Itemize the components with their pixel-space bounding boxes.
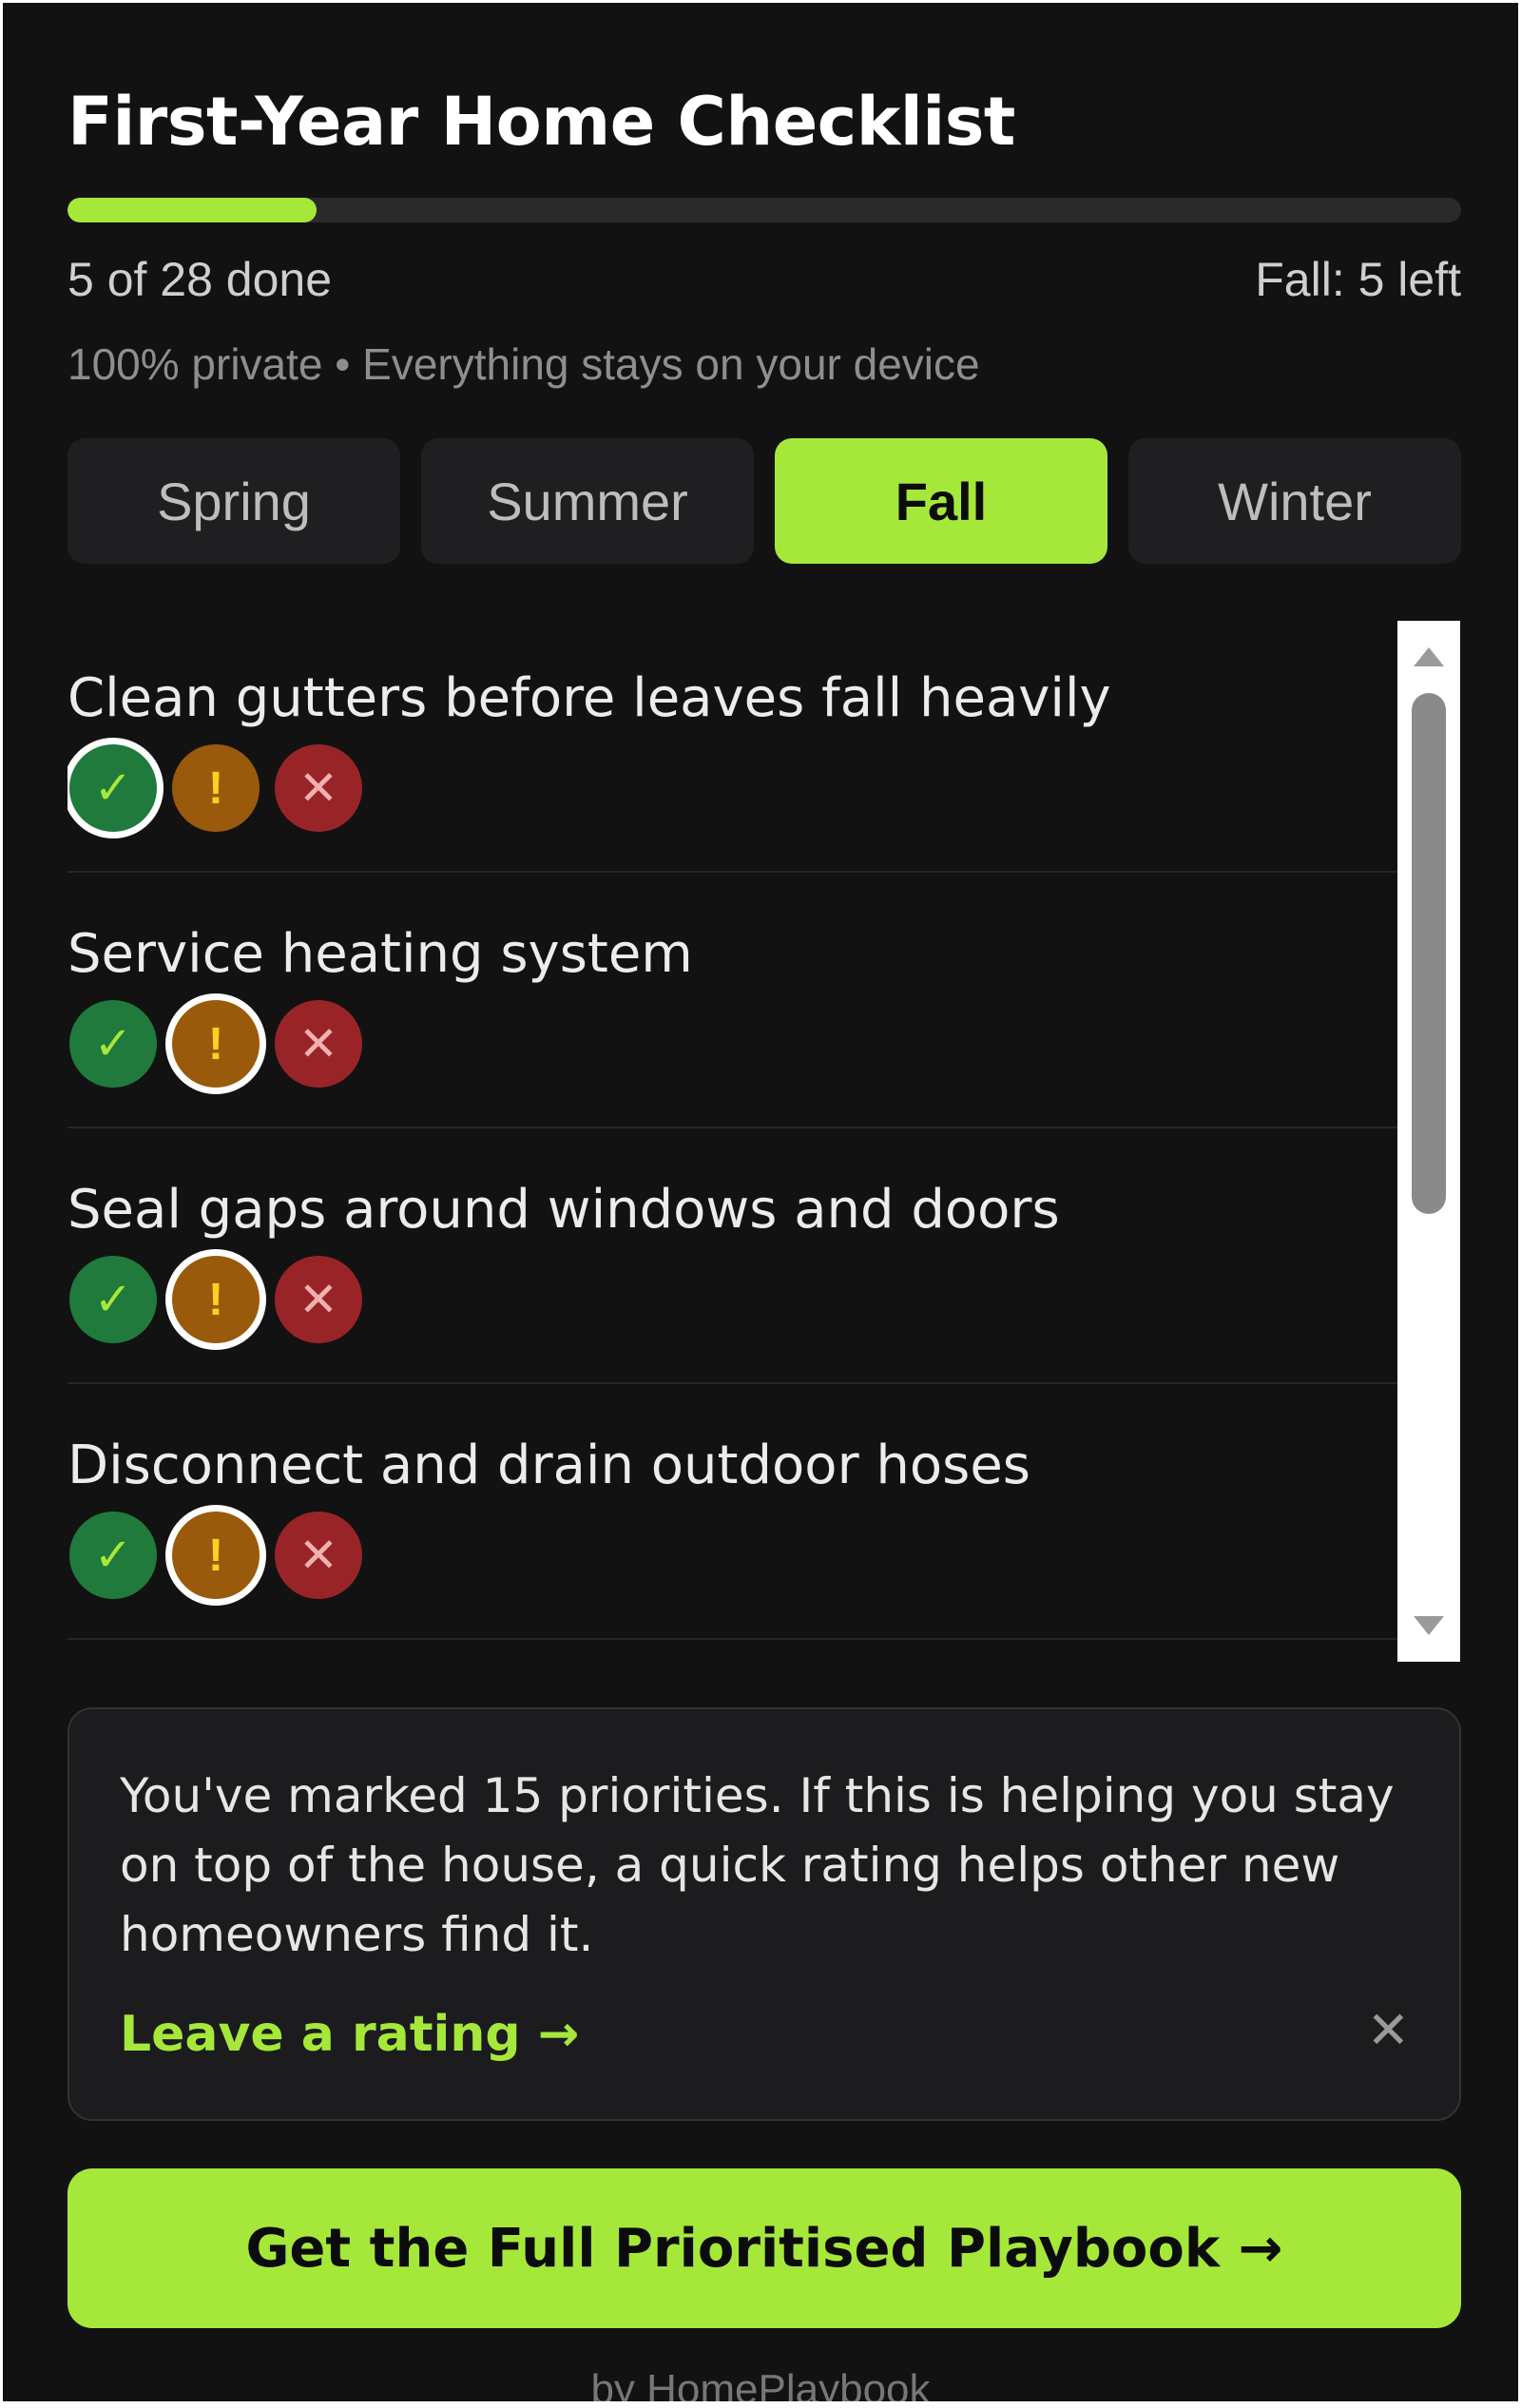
tab-spring[interactable]: Spring	[67, 438, 400, 564]
task-title: Seal gaps around windows and doors	[67, 1179, 1060, 1241]
list-item: Service heating system ✓ ! ✕	[67, 873, 1398, 1128]
x-icon: ✕	[298, 761, 338, 815]
scroll-thumb[interactable]	[1412, 693, 1446, 1214]
mark-done-button[interactable]: ✓	[69, 744, 157, 832]
scroll-up-arrow-icon[interactable]	[1414, 647, 1444, 666]
x-icon: ✕	[298, 1529, 338, 1582]
checklist-panel: First-Year Home Checklist 5 of 28 done F…	[3, 3, 1518, 2401]
page-title: First-Year Home Checklist	[67, 83, 1015, 161]
x-icon: ✕	[298, 1017, 338, 1070]
get-playbook-button[interactable]: Get the Full Prioritised Playbook →	[67, 2168, 1461, 2328]
privacy-note: 100% private • Everything stays on your …	[67, 339, 980, 389]
check-icon: ✓	[93, 1531, 133, 1581]
close-icon[interactable]: ✕	[1367, 2000, 1410, 2060]
task-title: Service heating system	[67, 923, 693, 985]
mark-priority-button[interactable]: !	[172, 1000, 260, 1088]
progress-fill	[67, 198, 318, 222]
mark-done-button[interactable]: ✓	[69, 1256, 157, 1343]
mark-priority-button[interactable]: !	[172, 1512, 260, 1599]
task-list: Clean gutters before leaves fall heavily…	[67, 617, 1398, 1655]
mark-skip-button[interactable]: ✕	[275, 744, 362, 832]
mark-skip-button[interactable]: ✕	[275, 1000, 362, 1088]
tab-summer[interactable]: Summer	[421, 438, 754, 564]
exclamation-icon: !	[208, 1530, 223, 1581]
mark-done-button[interactable]: ✓	[69, 1512, 157, 1599]
mark-skip-button[interactable]: ✕	[275, 1256, 362, 1343]
check-icon: ✓	[93, 763, 133, 814]
mark-skip-button[interactable]: ✕	[275, 1512, 362, 1599]
exclamation-icon: !	[208, 1274, 223, 1325]
list-item: Disconnect and drain outdoor hoses ✓ ! ✕	[67, 1384, 1398, 1640]
season-tabs: Spring Summer Fall Winter	[67, 438, 1461, 564]
rating-prompt-text: You've marked 15 priorities. If this is …	[120, 1768, 1395, 1962]
exclamation-icon: !	[208, 762, 223, 814]
exclamation-icon: !	[208, 1018, 223, 1069]
list-scrollbar[interactable]	[1397, 621, 1460, 1662]
task-title: Disconnect and drain outdoor hoses	[67, 1435, 1030, 1496]
tab-fall[interactable]: Fall	[775, 438, 1107, 564]
list-item: Seal gaps around windows and doors ✓ ! ✕	[67, 1128, 1398, 1384]
tab-winter[interactable]: Winter	[1128, 438, 1461, 564]
task-title: Clean gutters before leaves fall heavily	[67, 667, 1111, 729]
season-remaining: Fall: 5 left	[1255, 253, 1461, 306]
list-item: Clean gutters before leaves fall heavily…	[67, 617, 1398, 873]
footer-credit: by HomePlaybook	[590, 2366, 931, 2401]
check-icon: ✓	[93, 1019, 133, 1069]
mark-done-button[interactable]: ✓	[69, 1000, 157, 1088]
progress-bar	[67, 198, 1461, 222]
mark-priority-button[interactable]: !	[172, 1256, 260, 1343]
check-icon: ✓	[93, 1275, 133, 1325]
progress-count: 5 of 28 done	[67, 253, 333, 306]
rating-prompt-card: You've marked 15 priorities. If this is …	[67, 1707, 1461, 2121]
x-icon: ✕	[298, 1273, 338, 1326]
leave-rating-link[interactable]: Leave a rating →	[120, 2006, 579, 2063]
scroll-down-arrow-icon[interactable]	[1414, 1616, 1444, 1635]
mark-priority-button[interactable]: !	[172, 744, 260, 832]
